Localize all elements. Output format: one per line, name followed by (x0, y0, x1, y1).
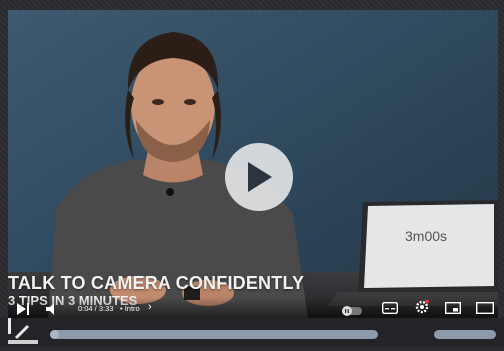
volume-track[interactable] (434, 330, 496, 339)
theater-button[interactable] (475, 301, 495, 318)
play-icon (17, 303, 29, 315)
chevron-right-icon[interactable]: › (148, 301, 152, 313)
captions-icon (381, 301, 399, 315)
chapter-label[interactable]: • Intro (120, 304, 140, 313)
play-icon (248, 162, 272, 192)
autoplay-toggle[interactable] (342, 303, 362, 318)
player-controls: 0:04 / 3:33 • Intro › (8, 297, 498, 318)
laptop-screen-text: 3m00s (405, 228, 448, 244)
captions-button[interactable] (381, 301, 399, 318)
edit-pen-icon[interactable] (6, 316, 40, 351)
progress-track[interactable] (50, 330, 378, 339)
settings-icon (415, 300, 429, 314)
settings-button[interactable] (415, 300, 429, 318)
miniplayer-icon (444, 301, 462, 315)
theater-icon (475, 301, 495, 315)
play-overlay-button[interactable] (225, 143, 293, 211)
video-overlay-title: TALK TO CAMERA CONFIDENTLY (8, 273, 305, 293)
miniplayer-button[interactable] (444, 301, 462, 318)
volume-icon (46, 303, 54, 315)
progress-played (50, 330, 59, 339)
autoplay-toggle-icon (342, 306, 362, 316)
video-player[interactable]: 3m00s TALK TO CAMERA CONFIDENTLY 3 TIPS … (8, 10, 498, 318)
volume-button[interactable] (46, 302, 60, 318)
time-display: 0:04 / 3:33 (78, 304, 114, 313)
